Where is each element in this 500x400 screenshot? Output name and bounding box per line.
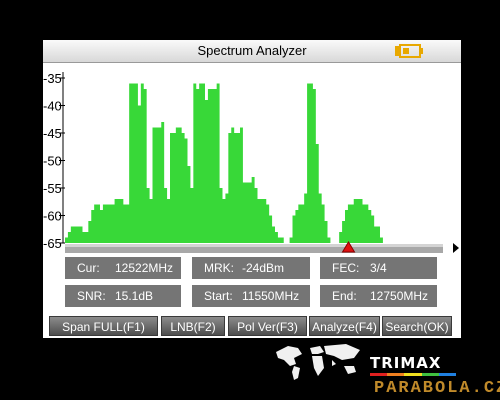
brand-logo: TRIMAX [370, 354, 442, 372]
spectrum-panel: Spectrum Analyzer -35 -40 -45 -50 -55 -60 -65 … [43, 40, 461, 338]
status-area: Cur: 12522MHz MRK: -24dBm FEC: 3/4 SNR: 15.1… [43, 254, 461, 338]
y-tick-label: -35 [43, 72, 62, 86]
mrk-value: -24dBm [242, 261, 285, 275]
world-map-icon [276, 344, 360, 380]
span-full-button[interactable]: Span FULL(F1) [49, 316, 158, 336]
y-tick-label: -65 [43, 236, 62, 251]
fec-label: FEC: [332, 261, 360, 275]
cur-label: Cur: [77, 261, 100, 275]
end-frequency: End: 12750MHz [320, 285, 437, 307]
y-tick-label: -50 [43, 154, 62, 169]
battery-icon [395, 44, 423, 58]
analyze-button[interactable]: Analyze(F4) [309, 316, 380, 336]
start-frequency: Start: 11550MHz [192, 285, 310, 307]
y-tick-label: -45 [43, 126, 62, 141]
fec-value: 3/4 [370, 261, 387, 275]
y-tick-label: -55 [43, 181, 62, 196]
y-tick-label: -40 [43, 99, 62, 114]
start-label: Start: [204, 289, 233, 303]
frequency-bar-highlight [65, 244, 443, 247]
arrow-right-icon[interactable] [453, 243, 459, 253]
arrow-right[interactable] [453, 243, 459, 253]
lnb-button[interactable]: LNB(F2) [161, 316, 225, 336]
start-value: 11550MHz [242, 289, 300, 303]
y-axis: -35 -40 -45 -50 -55 -60 -65 [43, 72, 65, 251]
snr-value: 15.1dB [115, 289, 154, 303]
mrk-label: MRK: [204, 261, 234, 275]
end-label: End: [332, 289, 357, 303]
marker-level: MRK: -24dBm [192, 257, 310, 279]
y-tick-label: -60 [43, 209, 62, 224]
frequency-axis-bar[interactable] [65, 244, 443, 253]
title-bar: Spectrum Analyzer [43, 40, 461, 63]
snr-label: SNR: [77, 289, 106, 303]
brand-color-strip [370, 373, 457, 376]
pol-button[interactable]: Pol Ver(F3) [228, 316, 307, 336]
fec: FEC: 3/4 [320, 257, 437, 279]
search-button[interactable]: Search(OK) [382, 316, 452, 336]
end-value: 12750MHz [370, 289, 429, 303]
spectrum-area [65, 83, 415, 243]
cur-frequency: Cur: 12522MHz [65, 257, 181, 279]
watermark: PARABOLA.CZ [374, 379, 500, 398]
cur-value: 12522MHz [115, 261, 174, 275]
snr: SNR: 15.1dB [65, 285, 181, 307]
